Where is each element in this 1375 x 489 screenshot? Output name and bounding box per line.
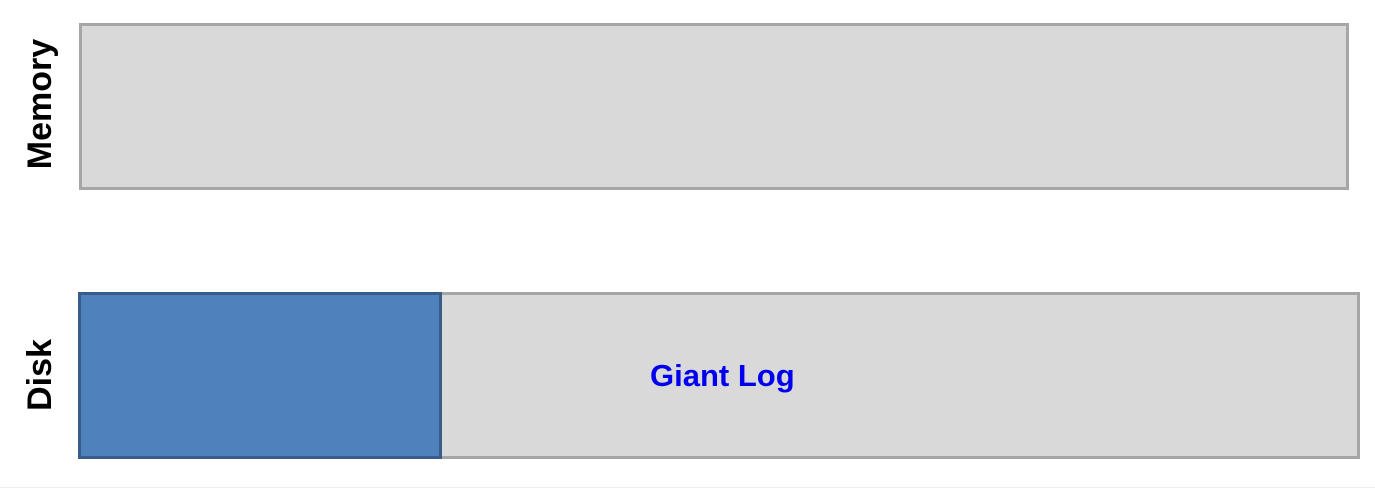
memory-disk-diagram: Memory Disk Giant Log	[0, 0, 1375, 489]
disk-label: Disk	[21, 339, 59, 411]
memory-label: Memory	[21, 38, 59, 170]
giant-log-label: Giant Log	[650, 358, 795, 393]
bottom-divider	[0, 487, 1375, 488]
disk-used-block	[78, 292, 442, 459]
memory-region	[79, 23, 1349, 190]
